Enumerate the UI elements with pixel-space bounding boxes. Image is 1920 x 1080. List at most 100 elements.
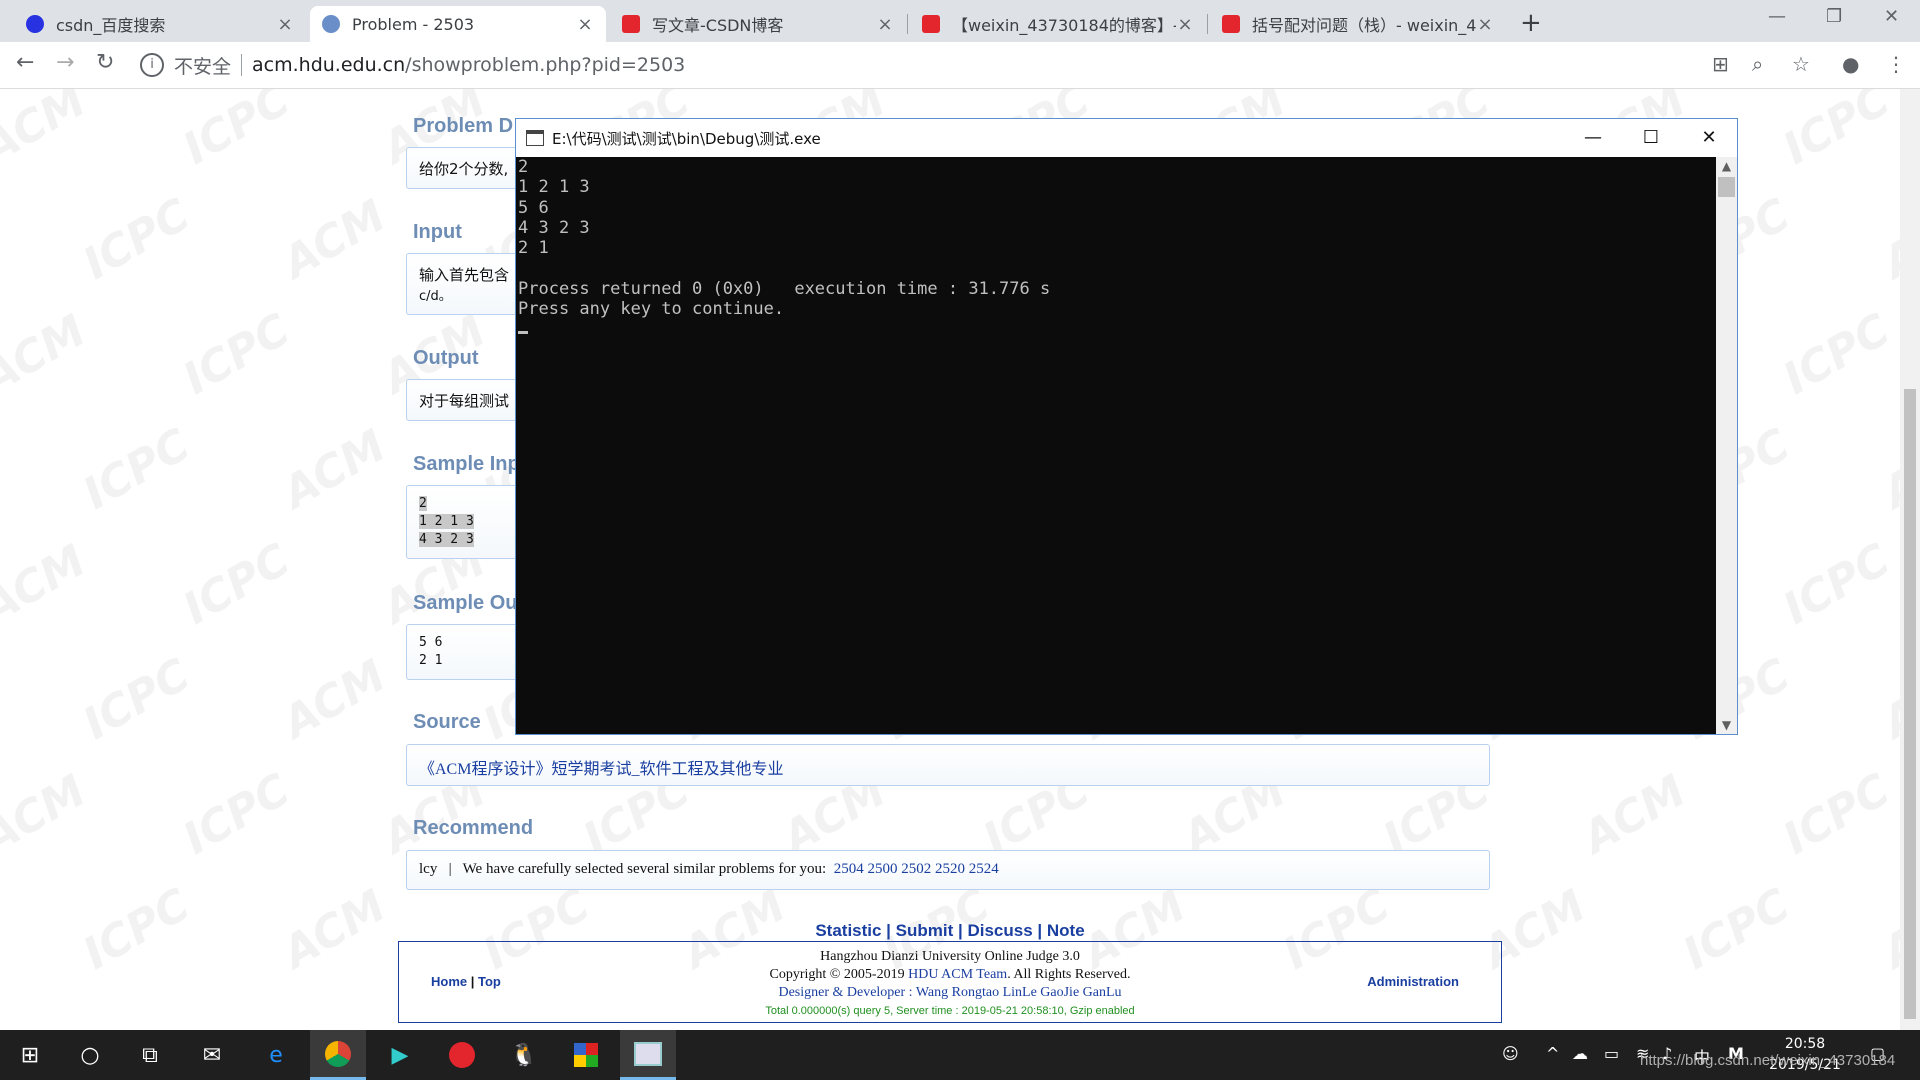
onedrive-cloud-icon[interactable]: ☁ [1572,1044,1588,1063]
rights-text: . All Rights Reserved. [1007,967,1131,982]
baidu-paw-icon [26,15,44,33]
reload-icon[interactable]: ↻ [96,50,114,75]
info-icon[interactable]: i [140,53,164,77]
tab-title: csdn_百度搜索 [56,16,166,35]
zoom-icon[interactable]: ⌕ [1752,52,1763,76]
recommend-title: Recommend [413,817,534,839]
console-title: E:\代码\测试\测试\bin\Debug\测试.exe [552,129,821,148]
video-player-icon[interactable]: ▶ [372,1030,428,1080]
output-text: 对于每组测试 [419,392,510,410]
close-icon[interactable]: × [1176,14,1194,35]
footer-nav-links[interactable]: Statistic | Submit | Discuss | Note [0,921,1900,941]
console-app-taskbar-icon[interactable] [620,1030,676,1080]
back-icon[interactable]: ← [16,50,34,75]
footer-line1: Hangzhou Dianzi University Online Judge … [820,949,1080,964]
qq-penguin-icon[interactable]: 🐧 [496,1030,552,1080]
watermark-text: ICPC [174,534,299,635]
console-title-bar[interactable]: E:\代码\测试\测试\bin\Debug\测试.exe [516,119,1737,157]
administration-link[interactable]: Administration [1367,974,1459,989]
new-tab-button[interactable]: + [1520,8,1542,38]
divider [241,54,243,76]
console-line: 2 1 [518,238,549,259]
close-icon[interactable]: × [276,14,294,35]
close-window-icon[interactable]: ✕ [1884,6,1899,27]
menu-icon[interactable]: ⋮ [1886,52,1906,76]
close-icon[interactable]: × [576,14,594,35]
console-window[interactable]: E:\代码\测试\测试\bin\Debug\测试.exe — ☐ ✕ 21 2 … [515,118,1738,735]
translate-icon[interactable]: ⊞ [1712,52,1729,76]
address-bar[interactable]: i 不安全 acm.hdu.edu.cn/showproblem.php?pid… [140,47,1700,83]
battery-icon[interactable]: ▭ [1604,1044,1619,1063]
text-cursor [518,331,528,335]
watermark-text: ACM [274,420,395,519]
watermark-text: ICPC [1774,764,1899,865]
chrome-icon[interactable] [310,1030,366,1080]
footer-box: Home | Top Hangzhou Dianzi University On… [398,941,1502,1023]
scroll-up-icon[interactable]: ▲ [1716,159,1737,173]
recommend-problem-links[interactable]: 2504 2500 2502 2520 2524 [834,861,999,877]
tab-title: 括号配对问题（栈）- weixin_43 [1252,16,1476,35]
recommend-separator: | [448,861,452,877]
netease-music-icon[interactable] [434,1030,490,1080]
watermark-text: ICPC [174,304,299,405]
csdn-logo-icon [622,15,640,33]
console-line: 4 3 2 3 [518,217,590,238]
watermark-text: ACM [1874,650,1900,749]
cortana-search-icon[interactable]: ○ [62,1030,118,1080]
page-scrollbar[interactable] [1900,89,1920,1030]
console-scrollbar[interactable]: ▲ ▼ [1716,157,1737,734]
console-output[interactable]: 21 2 1 35 64 3 2 32 1 Process returned 0 … [516,157,1716,734]
footer-line2: Copyright © 2005-2019 HDU ACM Team. All … [399,966,1501,984]
console-maximize-icon[interactable]: ☐ [1628,123,1674,153]
tab-baidu[interactable]: csdn_百度搜索 × [14,6,306,42]
scrollbar-thumb[interactable] [1904,389,1916,1019]
url-path: /showproblem.php?pid=2503 [405,54,686,76]
hdu-acm-team-link[interactable]: HDU ACM Team [908,967,1007,982]
blog-watermark-url: https://blog.csdn.net/weixin_43730184 [1640,1052,1896,1069]
browser-toolbar: ← → ↻ i 不安全 acm.hdu.edu.cn/showproblem.p… [0,42,1920,89]
console-line: Process returned 0 (0x0) execution time … [518,278,1051,299]
windows-start-icon[interactable]: ⊞ [2,1030,58,1080]
bookmark-star-icon[interactable]: ☆ [1792,52,1810,76]
task-view-icon[interactable]: ⧉ [122,1030,178,1080]
source-link[interactable]: 《ACM程序设计》短学期考试_软件工程及其他专业 [419,761,783,778]
mail-icon[interactable]: ✉ [184,1030,240,1080]
minimize-icon[interactable]: — [1768,6,1786,27]
recommend-author: lcy [419,861,438,877]
console-close-icon[interactable]: ✕ [1686,123,1732,153]
show-hidden-icons-chevron-icon[interactable]: ^ [1546,1044,1559,1063]
watermark-text: ACM [0,305,95,404]
console-minimize-icon[interactable]: — [1570,123,1616,153]
watermark-text: ACM [1874,420,1900,519]
watermark-text: ACM [274,190,395,289]
url-host: acm.hdu.edu.cn [252,54,406,76]
watermark-text: ICPC [174,764,299,865]
scroll-down-icon[interactable]: ▼ [1716,718,1737,732]
tab-csdn-blog[interactable]: 【weixin_43730184的博客】- ( × [910,6,1206,42]
close-icon[interactable]: × [876,14,894,35]
watermark-text: ACM [0,765,95,864]
sample-input-line: 2 [419,496,427,511]
edge-browser-icon[interactable]: e [248,1030,304,1080]
watermark-text: ICPC [1774,534,1899,635]
watermark-text: ACM [274,650,395,749]
profile-icon[interactable]: ● [1842,52,1859,76]
watermark-text: ICPC [74,189,199,290]
tab-csdn-write[interactable]: 写文章-CSDN博客 × [610,6,906,42]
watermark-text: ICPC [1774,89,1899,175]
forward-icon[interactable]: → [56,50,74,75]
tab-title: 写文章-CSDN博客 [652,16,784,35]
people-icon[interactable]: ☺ [1502,1044,1519,1063]
close-icon[interactable]: × [1476,14,1494,35]
watermark-text: ICPC [1774,304,1899,405]
input-title: Input [413,221,462,243]
watermark-text: ICPC [74,419,199,520]
console-line: Press any key to continue. [518,299,785,320]
restore-icon[interactable]: ❐ [1826,6,1842,27]
watermark-text: ACM [0,89,95,174]
console-scrollbar-thumb[interactable] [1718,177,1735,197]
tab-csdn-stack[interactable]: 括号配对问题（栈）- weixin_43 × [1210,6,1506,42]
tab-problem[interactable]: Problem - 2503 × [310,6,606,42]
codeblocks-icon[interactable] [558,1030,614,1080]
security-label[interactable]: 不安全 [174,52,231,79]
